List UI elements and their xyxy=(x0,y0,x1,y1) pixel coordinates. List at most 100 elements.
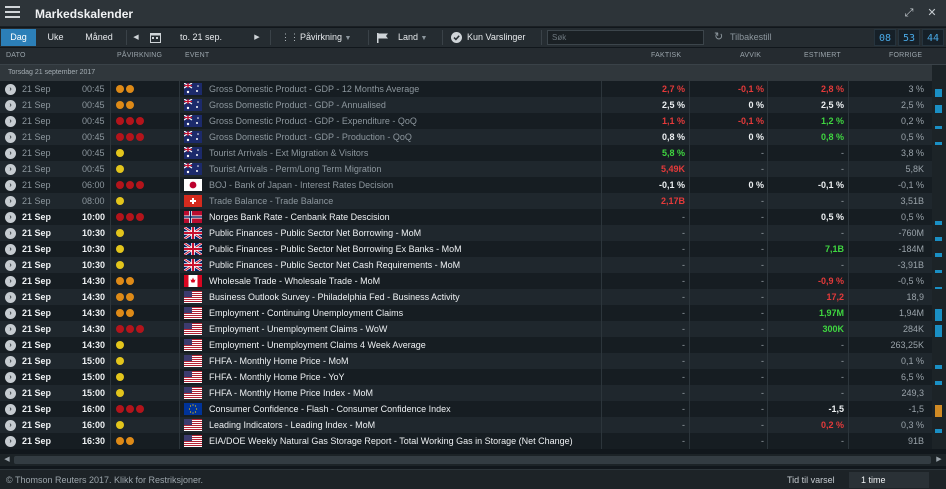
expand-row-icon[interactable]: › xyxy=(5,356,16,367)
table-row[interactable]: › 21 Sep 16:00 Leading Indicators - Leading… xyxy=(0,417,932,433)
reset-button[interactable]: Tilbakestill xyxy=(730,29,772,46)
column-date[interactable]: DATO xyxy=(6,52,26,59)
tab-day[interactable]: Dag xyxy=(1,29,36,46)
row-event[interactable]: FHFA - Monthly Home Price - MoM xyxy=(209,353,629,369)
row-event[interactable]: Wholesale Trade - Wholesale Trade - MoM xyxy=(209,273,629,289)
row-event[interactable]: Employment - Unemployment Claims - WoW xyxy=(209,321,629,337)
expand-row-icon[interactable]: › xyxy=(5,132,16,143)
table-row[interactable]: › 21 Sep 14:30 Business Outlook Survey - Ph… xyxy=(0,289,932,305)
impact-filter[interactable]: Påvirkning ▼ xyxy=(300,29,351,46)
expand-row-icon[interactable]: › xyxy=(5,372,16,383)
expand-row-icon[interactable]: › xyxy=(5,164,16,175)
table-row[interactable]: › 21 Sep 00:45 Tourist Arrivals - Perm/Long… xyxy=(0,161,932,177)
expand-row-icon[interactable]: › xyxy=(5,388,16,399)
tab-month[interactable]: Måned xyxy=(75,29,123,46)
next-day-button[interactable]: ▶ xyxy=(251,29,263,46)
expand-row-icon[interactable]: › xyxy=(5,276,16,287)
row-event[interactable]: Public Finances - Public Sector Net Borr… xyxy=(209,241,629,257)
table-row[interactable]: › 21 Sep 00:45 Tourist Arrivals - Ext Migra… xyxy=(0,145,932,161)
horizontal-scrollbar[interactable]: ◀ ▶ xyxy=(0,454,946,466)
table-row[interactable]: › 21 Sep 15:00 FHFA - Monthly Home Price In… xyxy=(0,385,932,401)
row-event[interactable]: Public Finances - Public Sector Net Borr… xyxy=(209,225,629,241)
expand-row-icon[interactable]: › xyxy=(5,324,16,335)
copyright-link[interactable]: © Thomson Reuters 2017. Klikk for Restri… xyxy=(6,475,203,485)
time-to-alert-select[interactable]: 1 time xyxy=(849,472,929,488)
row-event[interactable]: EIA/DOE Weekly Natural Gas Storage Repor… xyxy=(209,433,629,449)
column-previous[interactable]: FORRIGE xyxy=(889,52,922,59)
expand-row-icon[interactable]: › xyxy=(5,148,16,159)
table-row[interactable]: › 21 Sep 00:45 Gross Domestic Product - GDP… xyxy=(0,97,932,113)
table-row[interactable]: › 21 Sep 00:45 Gross Domestic Product - GDP… xyxy=(0,81,932,97)
table-row[interactable]: › 21 Sep 16:30 EIA/DOE Weekly Natural Gas S… xyxy=(0,433,932,449)
expand-row-icon[interactable]: › xyxy=(5,436,16,447)
row-event[interactable]: Consumer Confidence - Flash - Consumer C… xyxy=(209,401,629,417)
column-event[interactable]: EVENT xyxy=(185,52,209,59)
table-row[interactable]: › 21 Sep 10:30 Public Finances - Public Sec… xyxy=(0,241,932,257)
row-event[interactable]: FHFA - Monthly Home Price Index - MoM xyxy=(209,385,629,401)
alerts-only-toggle[interactable]: Kun Varslinger xyxy=(467,29,525,46)
table-row[interactable]: › 21 Sep 14:30 Employment - Unemployment Cl… xyxy=(0,337,932,353)
expand-row-icon[interactable]: › xyxy=(5,244,16,255)
row-event[interactable]: Trade Balance - Trade Balance xyxy=(209,193,629,209)
expand-row-icon[interactable]: › xyxy=(5,292,16,303)
table-row[interactable]: › 21 Sep 10:30 Public Finances - Public Sec… xyxy=(0,257,932,273)
row-event[interactable]: Norges Bank Rate - Cenbank Rate Descisio… xyxy=(209,209,629,225)
expand-row-icon[interactable]: › xyxy=(5,84,16,95)
column-impact[interactable]: PÅVIRKNING xyxy=(117,52,162,59)
menu-icon[interactable] xyxy=(5,6,20,20)
expand-icon[interactable]: ⤢ xyxy=(899,4,919,23)
column-actual[interactable]: FAKTISK xyxy=(651,52,681,59)
expand-row-icon[interactable]: › xyxy=(5,340,16,351)
row-event[interactable]: FHFA - Monthly Home Price - YoY xyxy=(209,369,629,385)
table-row[interactable]: › 21 Sep 08:00 Trade Balance - Trade Balanc… xyxy=(0,193,932,209)
row-event[interactable]: Employment - Continuing Unemployment Cla… xyxy=(209,305,629,321)
expand-row-icon[interactable]: › xyxy=(5,260,16,271)
expand-row-icon[interactable]: › xyxy=(5,420,16,431)
expand-row-icon[interactable]: › xyxy=(5,404,16,415)
table-row[interactable]: › 21 Sep 10:00 Norges Bank Rate - Cenbank R… xyxy=(0,209,932,225)
row-event[interactable]: Gross Domestic Product - GDP - Expenditu… xyxy=(209,113,629,129)
row-event[interactable]: Gross Domestic Product - GDP - Productio… xyxy=(209,129,629,145)
row-event[interactable]: Leading Indicators - Leading Index - MoM xyxy=(209,417,629,433)
expand-row-icon[interactable]: › xyxy=(5,308,16,319)
row-event[interactable]: Public Finances - Public Sector Net Cash… xyxy=(209,257,629,273)
table-row[interactable]: › 21 Sep 14:30 Wholesale Trade - Wholesale … xyxy=(0,273,932,289)
row-event[interactable]: Tourist Arrivals - Ext Migration & Visit… xyxy=(209,145,629,161)
expand-row-icon[interactable]: › xyxy=(5,228,16,239)
row-event[interactable]: Tourist Arrivals - Perm/Long Term Migrat… xyxy=(209,161,629,177)
row-event[interactable]: Gross Domestic Product - GDP - Annualise… xyxy=(209,97,629,113)
expand-row-icon[interactable]: › xyxy=(5,180,16,191)
scrollbar-thumb[interactable] xyxy=(14,456,931,464)
refresh-icon[interactable]: ↻ xyxy=(714,29,723,46)
table-row[interactable]: › 21 Sep 15:00 FHFA - Monthly Home Price - … xyxy=(0,369,932,385)
prev-day-button[interactable]: ◀ xyxy=(130,29,142,46)
expand-row-icon[interactable]: › xyxy=(5,196,16,207)
table-row[interactable]: › 21 Sep 15:00 FHFA - Monthly Home Price - … xyxy=(0,353,932,369)
expand-row-icon[interactable]: › xyxy=(5,212,16,223)
table-row[interactable]: › 21 Sep 14:30 Employment - Unemployment Cl… xyxy=(0,321,932,337)
date-selector[interactable]: to. 21 sep. xyxy=(180,29,222,46)
table-row[interactable]: › 21 Sep 06:00 BOJ - Bank of Japan - Intere… xyxy=(0,177,932,193)
table-row[interactable]: › 21 Sep 14:30 Employment - Continuing Unem… xyxy=(0,305,932,321)
table-row[interactable]: › 21 Sep 16:00 Consumer Confidence - Flash … xyxy=(0,401,932,417)
row-event[interactable]: Business Outlook Survey - Philadelphia F… xyxy=(209,289,629,305)
row-event[interactable]: BOJ - Bank of Japan - Interest Rates Dec… xyxy=(209,177,629,193)
tab-week[interactable]: Uke xyxy=(38,29,73,46)
vertical-scrollbar[interactable] xyxy=(932,65,946,449)
column-deviation[interactable]: AVVIK xyxy=(740,52,761,59)
table-row[interactable]: › 21 Sep 00:45 Gross Domestic Product - GDP… xyxy=(0,113,932,129)
search-input[interactable]: Søk xyxy=(547,30,704,45)
scroll-left-icon[interactable]: ◀ xyxy=(1,454,13,466)
expand-row-icon[interactable]: › xyxy=(5,100,16,111)
table-row[interactable]: › 21 Sep 00:45 Gross Domestic Product - GDP… xyxy=(0,129,932,145)
row-event[interactable]: Gross Domestic Product - GDP - 12 Months… xyxy=(209,81,629,97)
calendar-icon[interactable] xyxy=(150,29,164,46)
close-icon[interactable]: ✕ xyxy=(922,4,942,23)
country-filter[interactable]: Land ▼ xyxy=(398,29,427,46)
expand-row-icon[interactable]: › xyxy=(5,116,16,127)
check-icon[interactable] xyxy=(451,29,465,46)
row-event[interactable]: Employment - Unemployment Claims 4 Week … xyxy=(209,337,629,353)
table-row[interactable]: › 21 Sep 10:30 Public Finances - Public Sec… xyxy=(0,225,932,241)
column-estimate[interactable]: ESTIMERT xyxy=(804,52,841,59)
scroll-right-icon[interactable]: ▶ xyxy=(933,454,945,466)
